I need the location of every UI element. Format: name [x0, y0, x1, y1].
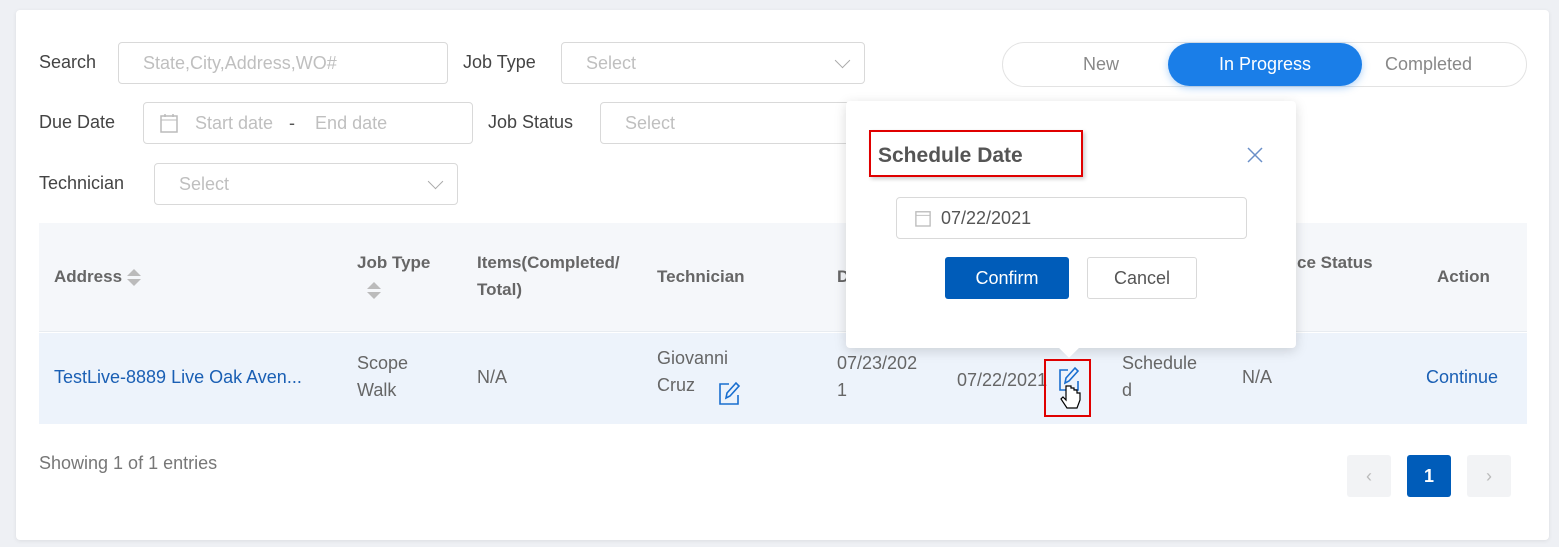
- search-input[interactable]: State,City,Address,WO#: [118, 42, 448, 84]
- start-date-input[interactable]: Start date: [195, 113, 273, 134]
- continue-link[interactable]: Continue: [1426, 364, 1498, 391]
- page-1-button[interactable]: 1: [1407, 455, 1451, 497]
- address-link[interactable]: TestLive-8889 Live Oak Aven...: [54, 364, 302, 391]
- showing-entries: Showing 1 of 1 entries: [39, 453, 218, 473]
- confirm-button[interactable]: Confirm: [945, 257, 1069, 299]
- header-technician: Technician: [657, 267, 745, 286]
- technician-placeholder: Select: [179, 173, 230, 194]
- tab-in-progress[interactable]: In Progress: [1168, 43, 1362, 86]
- sort-icon[interactable]: [126, 268, 141, 288]
- popover-title: Schedule Date: [878, 144, 1023, 167]
- sort-icon[interactable]: [367, 281, 381, 301]
- header-address[interactable]: Address: [54, 263, 141, 290]
- job-type-label: Job Type: [463, 52, 536, 72]
- header-items: Items(Completed/Total): [477, 253, 620, 299]
- schedule-date-value: 07/22/2021: [941, 207, 1032, 228]
- due-date-label: Due Date: [39, 112, 116, 132]
- edit-technician-icon[interactable]: [717, 380, 741, 406]
- technician-select[interactable]: Select: [154, 163, 458, 205]
- schedule-date-popover: Schedule Date 07/22/2021 Confirm Cancel: [846, 101, 1296, 348]
- tab-completed[interactable]: Completed: [1362, 43, 1495, 86]
- other-status-cell: N/A: [1242, 367, 1273, 387]
- table-header: [39, 223, 1527, 332]
- next-page-button[interactable]: ›: [1467, 455, 1511, 497]
- job-type-select[interactable]: Select: [561, 42, 865, 84]
- header-job-type[interactable]: Job Type: [357, 249, 430, 303]
- job-status-label: Job Status: [488, 112, 574, 132]
- schedule-date-input[interactable]: 07/22/2021: [896, 197, 1247, 239]
- header-other-status: ce Status: [1297, 253, 1373, 272]
- calendar-icon: [915, 211, 931, 227]
- range-separator: -: [289, 112, 296, 133]
- due-date-cell: 07/23/2021: [837, 353, 918, 400]
- edit-schedule-date-icon[interactable]: [1058, 364, 1084, 414]
- calendar-icon: [160, 114, 178, 133]
- schedule-date-cell: 07/22/2021: [957, 370, 1048, 390]
- cancel-button[interactable]: Cancel: [1087, 257, 1197, 299]
- technician-label: Technician: [39, 173, 125, 193]
- job-type-placeholder: Select: [586, 52, 637, 73]
- search-label: Search: [39, 52, 97, 72]
- search-placeholder: State,City,Address,WO#: [143, 52, 337, 73]
- close-icon[interactable]: [1247, 147, 1263, 163]
- prev-page-button[interactable]: ‹: [1347, 455, 1391, 497]
- job-status-placeholder: Select: [625, 112, 676, 133]
- status-cell: Scheduled: [1122, 353, 1198, 400]
- due-date-range[interactable]: Start date - End date: [143, 102, 473, 144]
- chevron-down-icon: [834, 52, 851, 69]
- items-cell: N/A: [477, 367, 508, 387]
- header-action: Action: [1437, 267, 1490, 286]
- chevron-down-icon: [427, 173, 444, 190]
- end-date-input[interactable]: End date: [315, 113, 387, 134]
- job-type-cell: Scope Walk: [357, 353, 409, 400]
- status-toggle: New In Progress Completed: [1002, 42, 1527, 87]
